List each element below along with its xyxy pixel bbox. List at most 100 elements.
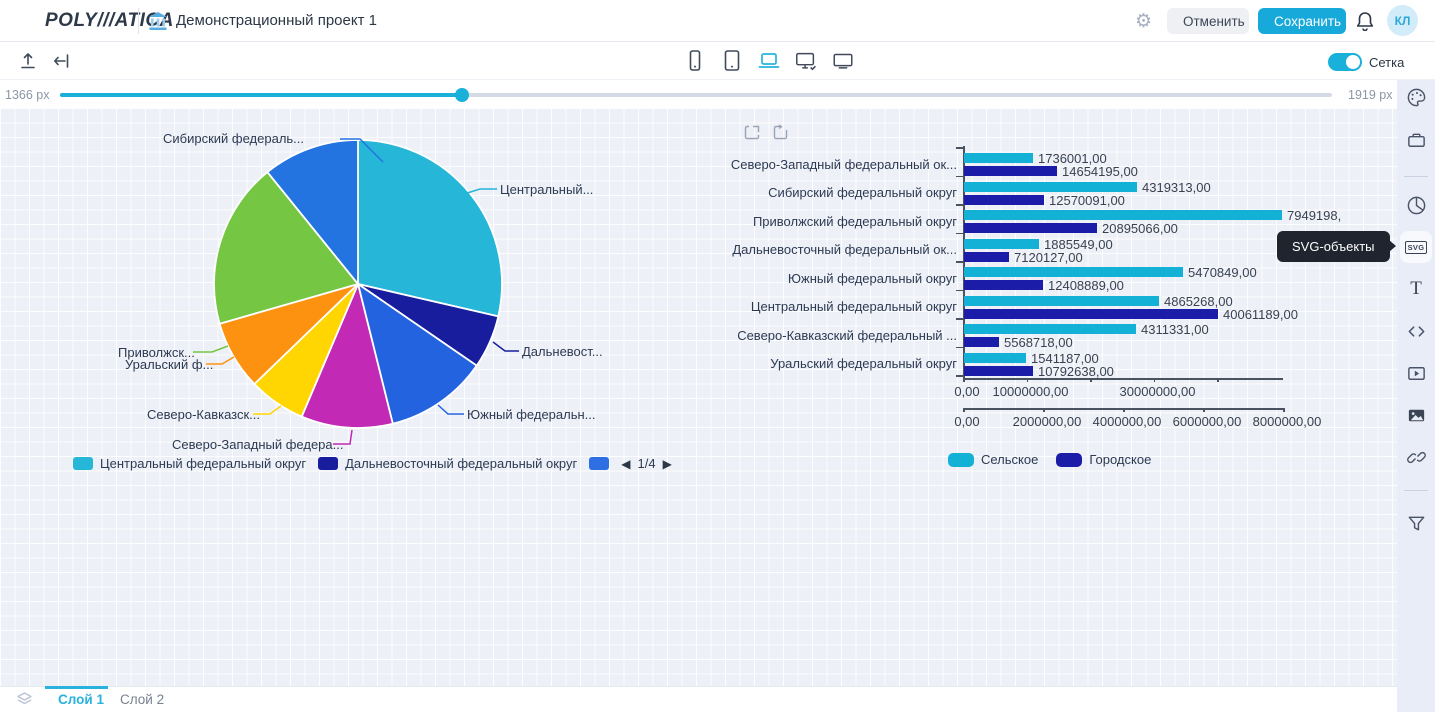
sidebar-divider (1404, 490, 1428, 491)
bar-category-label: Дальневосточный федеральный ок... (725, 242, 957, 257)
axis-tick-label: 6000000,00 (1173, 414, 1242, 429)
bar-segment[interactable] (964, 210, 1282, 220)
legend-item[interactable]: Сельское (948, 452, 1038, 467)
desktop-check-icon[interactable] (794, 48, 818, 74)
gear-icon[interactable]: ⚙ (1135, 12, 1154, 31)
axis-tick-label: 4000000,00 (1093, 414, 1162, 429)
legend-item[interactable]: Городское (1056, 452, 1151, 467)
bar-value-label: 14654195,00 (1062, 164, 1138, 179)
layers-icon[interactable] (16, 691, 33, 708)
legend-item[interactable]: Дальневосточный федеральный округ (318, 456, 577, 471)
divider (138, 8, 139, 34)
axis-tick-label: 0,00 (954, 384, 979, 399)
pie-slice-label: Южный федеральн... (467, 407, 596, 422)
image-icon[interactable] (1405, 404, 1427, 426)
bar-segment[interactable] (964, 267, 1183, 277)
bar-value-label: 7949198,00 (1287, 208, 1341, 223)
category-tick (956, 375, 963, 377)
avatar[interactable]: КЛ (1387, 5, 1418, 36)
save-button[interactable]: Сохранить (1258, 8, 1346, 34)
grid-toggle[interactable] (1328, 53, 1362, 71)
bar-segment[interactable] (964, 296, 1159, 306)
bar-segment[interactable] (964, 280, 1043, 290)
bar-category-label: Северо-Западный федеральный ок... (725, 157, 957, 172)
text-icon[interactable]: T (1405, 278, 1427, 300)
tooltip-text: SVG-объекты (1292, 239, 1375, 254)
cancel-button[interactable]: Отменить (1167, 8, 1249, 34)
legend-swatch (1056, 453, 1082, 467)
pie-slice-label: Сибирский федераль... (163, 131, 304, 146)
video-icon[interactable] (1405, 362, 1427, 384)
legend-item[interactable] (589, 457, 609, 470)
device-switcher (683, 48, 855, 74)
layer-bar: Слой 1 Слой 2 (0, 686, 1397, 712)
bar-segment[interactable] (964, 239, 1039, 249)
rotate-icon[interactable] (772, 124, 789, 141)
legend-label: Городское (1089, 452, 1151, 467)
bar-segment[interactable] (964, 366, 1033, 376)
smartphone-icon[interactable] (683, 48, 707, 74)
legend-swatch (73, 457, 93, 470)
axis-tick (1283, 408, 1285, 412)
bar-value-label: 10792638,00 (1038, 364, 1114, 379)
bar-segment[interactable] (964, 166, 1057, 176)
axis-tick (1203, 408, 1205, 412)
legend-next-icon[interactable]: ▶ (663, 457, 672, 471)
objects-sidebar: SVG T (1397, 80, 1435, 712)
bar-segment[interactable] (964, 182, 1137, 192)
bar-value-label: 5568718,00 (1004, 335, 1073, 350)
legend-label: Центральный федеральный округ (100, 456, 306, 471)
svg-glyph: SVG (1405, 241, 1428, 254)
axis-tick (1123, 408, 1125, 412)
bar-segment[interactable] (964, 223, 1097, 233)
bar-segment[interactable] (964, 309, 1218, 319)
app-root: POLY///ATICA Демонстрационный проект 1 ⚙… (0, 0, 1435, 712)
link-icon[interactable] (1405, 446, 1427, 468)
bar-segment[interactable] (964, 195, 1044, 205)
bar-segment[interactable] (964, 153, 1033, 163)
bar-segment[interactable] (964, 353, 1026, 363)
filter-icon[interactable] (1405, 512, 1427, 534)
category-tick (956, 347, 963, 349)
category-tick (956, 318, 963, 320)
legend-swatch (318, 457, 338, 470)
bar-segment[interactable] (964, 252, 1009, 262)
grid-toggle-label: Сетка (1369, 55, 1404, 70)
sidebar-divider (1404, 176, 1428, 177)
legend-swatch (948, 453, 974, 467)
bar-category-label: Уральский федеральный округ (725, 356, 957, 371)
layer-tab-1[interactable]: Слой 1 (58, 692, 104, 707)
pie-slice-label: Приволжск... (118, 345, 195, 360)
pie-slice-label: Северо-Кавказск... (147, 407, 260, 422)
bar-value-label: 12408889,00 (1048, 278, 1124, 293)
bar-category-label: Центральный федеральный округ (725, 299, 957, 314)
bar-value-label: 4311331,00 (1141, 322, 1209, 337)
export-icon[interactable] (18, 51, 38, 71)
laptop-icon[interactable] (757, 48, 781, 74)
tv-icon[interactable] (831, 48, 855, 74)
tablet-icon[interactable] (720, 48, 744, 74)
svg-objects-icon[interactable]: SVG (1405, 236, 1427, 258)
code-icon[interactable] (1405, 320, 1427, 342)
pie-legend: Центральный федеральный округ Дальневосто… (73, 456, 672, 471)
toggle-knob (1346, 55, 1360, 69)
project-title[interactable]: Демонстрационный проект 1 (176, 12, 377, 29)
collapse-left-icon[interactable] (52, 51, 72, 71)
bar-segment[interactable] (964, 324, 1136, 334)
bar-category-label: Сибирский федеральный округ (725, 185, 957, 200)
palette-icon[interactable] (1405, 86, 1427, 108)
active-layer-indicator (45, 686, 108, 689)
bar-value-label: 7120127,00 (1014, 250, 1083, 265)
pie-chart-icon[interactable] (1405, 194, 1427, 216)
flip-horizontal-icon[interactable] (744, 124, 761, 141)
bell-icon[interactable] (1356, 11, 1374, 31)
bar-category-label: Северо-Кавказский федеральный ... (725, 328, 957, 343)
bar-segment[interactable] (964, 337, 999, 347)
layer-tab-2[interactable]: Слой 2 (120, 692, 164, 707)
legend-prev-icon[interactable]: ◀ (621, 457, 630, 471)
legend-swatch (589, 457, 609, 470)
category-tick (956, 261, 963, 263)
design-canvas: 1366 px 1919 px Центральный...Дальневост… (0, 80, 1397, 686)
legend-item[interactable]: Центральный федеральный округ (73, 456, 306, 471)
container-icon[interactable] (1405, 129, 1427, 151)
